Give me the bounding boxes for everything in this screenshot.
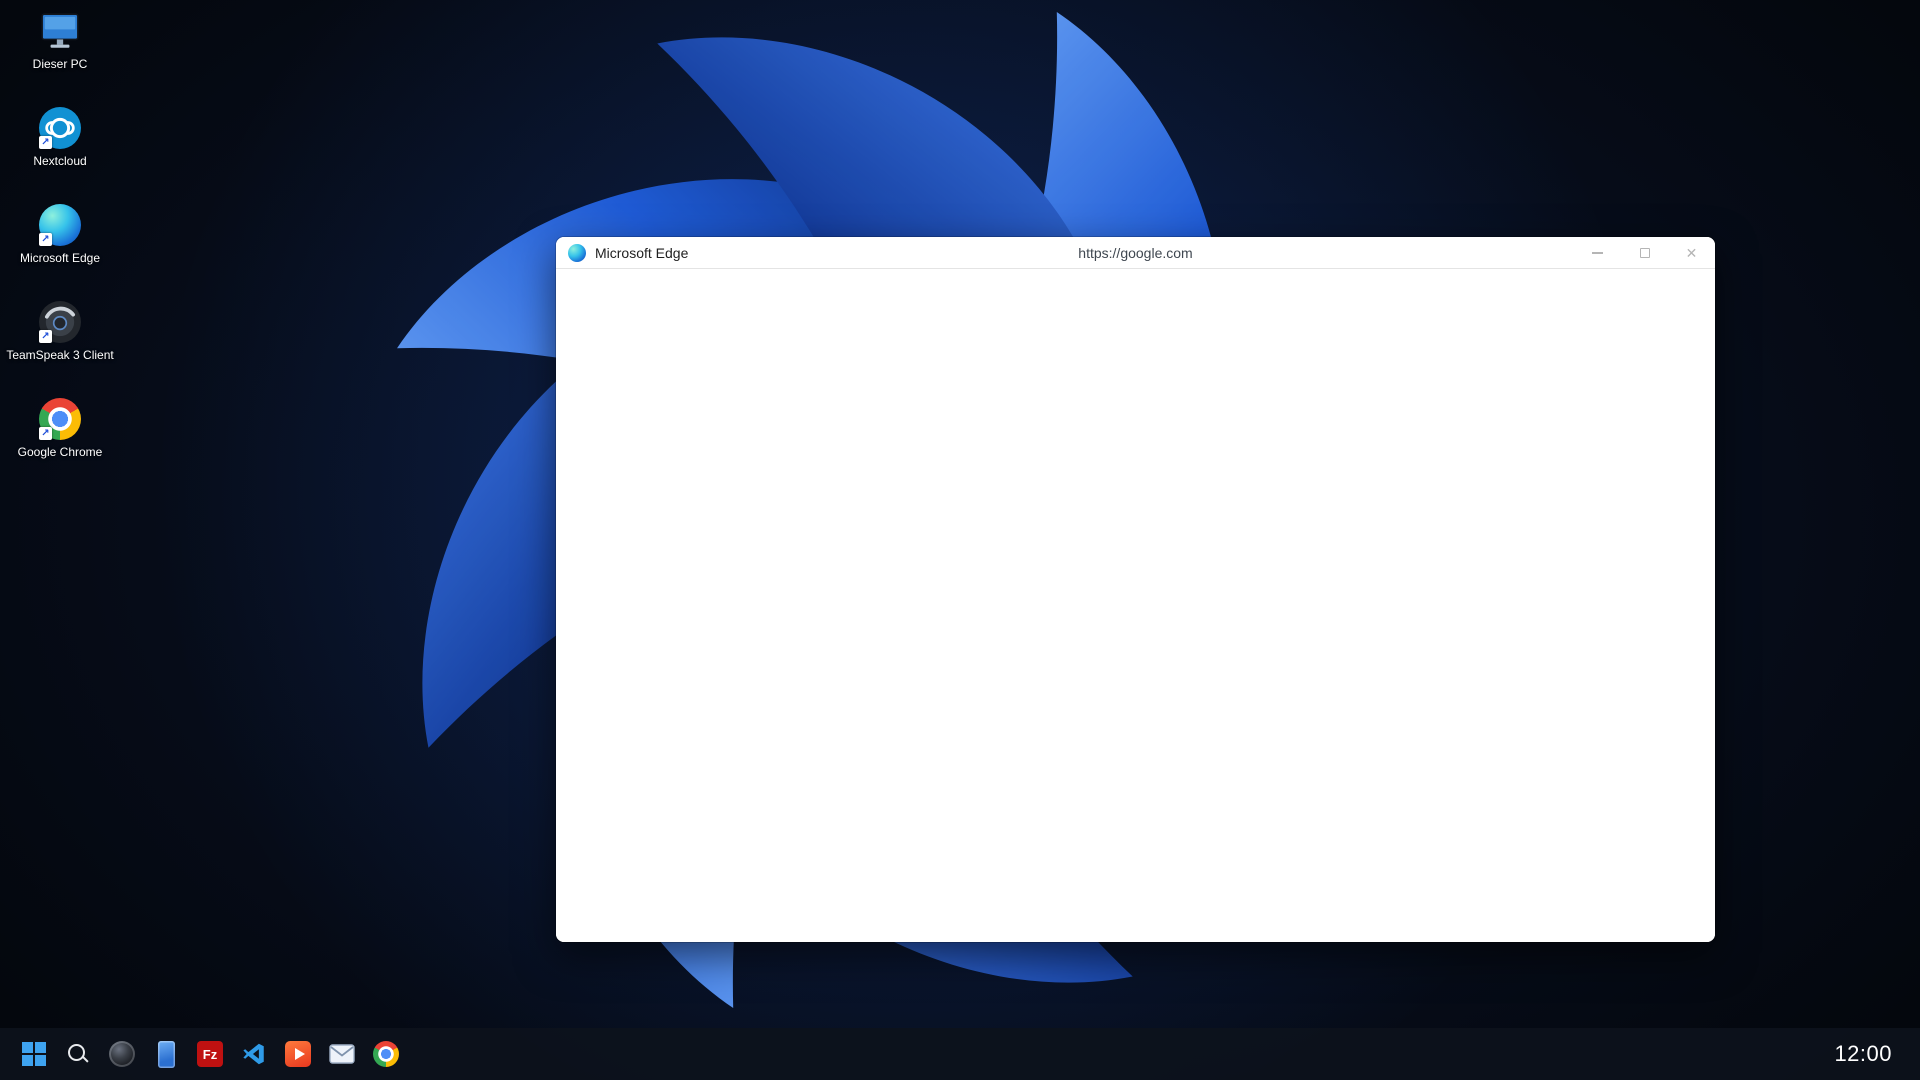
shortcut-arrow-icon: ↗: [39, 330, 52, 343]
window-title: Microsoft Edge: [595, 245, 688, 261]
edge-icon: ↗: [39, 204, 81, 246]
nextcloud-icon: ↗: [39, 107, 81, 149]
minimize-button[interactable]: [1574, 237, 1621, 268]
taskbar-chrome-button[interactable]: [364, 1032, 408, 1076]
taskbar-media-app-button[interactable]: [276, 1032, 320, 1076]
vscode-icon: [241, 1041, 267, 1067]
edge-window: Microsoft Edge https://google.com ✕: [556, 237, 1715, 942]
taskbar-phone-app-button[interactable]: [144, 1032, 188, 1076]
desktop-icon-google-chrome[interactable]: ↗ Google Chrome: [12, 398, 108, 459]
taskbar-mail-button[interactable]: [320, 1032, 364, 1076]
start-button[interactable]: [12, 1032, 56, 1076]
chrome-icon: [373, 1041, 399, 1067]
close-icon: ✕: [1686, 246, 1698, 260]
search-icon: [66, 1042, 90, 1066]
taskbar-dark-disc-button[interactable]: [100, 1032, 144, 1076]
filezilla-icon: Fz: [197, 1041, 223, 1067]
browser-viewport[interactable]: [556, 269, 1715, 942]
windows-logo-icon: [22, 1042, 46, 1066]
teamspeak-icon: ↗: [39, 301, 81, 343]
desktop-icon-label: TeamSpeak 3 Client: [6, 348, 113, 362]
desktop-icon-label: Dieser PC: [33, 57, 88, 71]
play-icon: [285, 1041, 311, 1067]
taskbar: Fz 12:00: [0, 1028, 1920, 1080]
this-pc-icon: [39, 10, 81, 52]
shortcut-arrow-icon: ↗: [39, 233, 52, 246]
shortcut-arrow-icon: ↗: [39, 136, 52, 149]
desktop-icon-label: Microsoft Edge: [20, 251, 100, 265]
desktop-icon-label: Nextcloud: [33, 154, 86, 168]
window-url-text: https://google.com: [756, 245, 1515, 261]
edge-logo-icon: [568, 244, 586, 262]
search-button[interactable]: [56, 1032, 100, 1076]
window-controls: ✕: [1574, 237, 1715, 268]
maximize-icon: [1640, 248, 1650, 258]
close-button[interactable]: ✕: [1668, 237, 1715, 268]
chrome-icon: ↗: [39, 398, 81, 440]
desktop-icon-list: Dieser PC ↗ Nextcloud ↗ Microsoft Edge: [12, 10, 108, 459]
maximize-button[interactable]: [1621, 237, 1668, 268]
desktop-icon-microsoft-edge[interactable]: ↗ Microsoft Edge: [12, 204, 108, 265]
window-titlebar[interactable]: Microsoft Edge https://google.com ✕: [556, 237, 1715, 269]
desktop-icon-nextcloud[interactable]: ↗ Nextcloud: [12, 107, 108, 168]
minimize-icon: [1592, 252, 1603, 254]
taskbar-clock[interactable]: 12:00: [1834, 1041, 1908, 1067]
shortcut-arrow-icon: ↗: [39, 427, 52, 440]
taskbar-vscode-button[interactable]: [232, 1032, 276, 1076]
phone-icon: [158, 1041, 175, 1068]
mail-icon: [329, 1044, 355, 1064]
taskbar-filezilla-button[interactable]: Fz: [188, 1032, 232, 1076]
desktop-icon-label: Google Chrome: [18, 445, 103, 459]
dark-disc-icon: [109, 1041, 135, 1067]
desktop-icon-this-pc[interactable]: Dieser PC: [12, 10, 108, 71]
desktop-icon-teamspeak[interactable]: ↗ TeamSpeak 3 Client: [12, 301, 108, 362]
